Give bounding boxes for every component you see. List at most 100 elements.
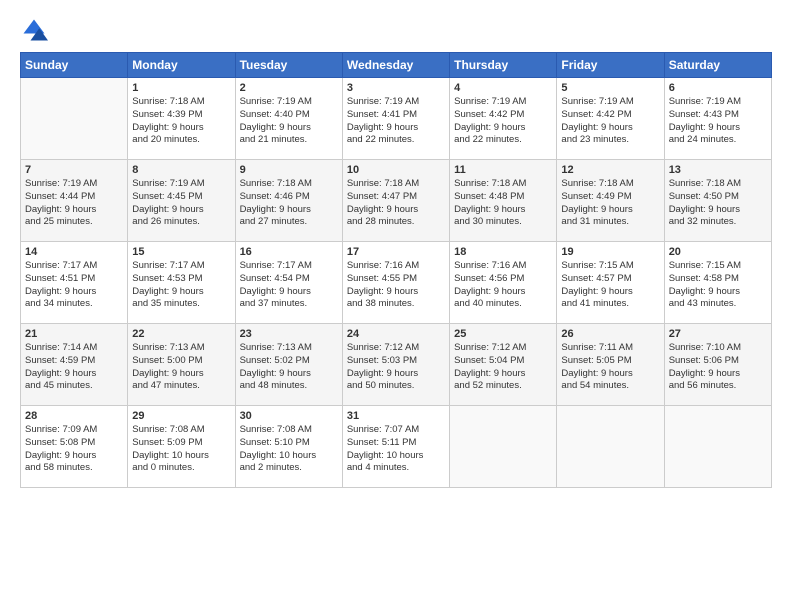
page: SundayMondayTuesdayWednesdayThursdayFrid… bbox=[0, 0, 792, 498]
day-number: 16 bbox=[240, 246, 338, 258]
cell-text: Sunrise: 7:09 AMSunset: 5:08 PMDaylight:… bbox=[25, 424, 123, 475]
cell-text: Sunrise: 7:17 AMSunset: 4:53 PMDaylight:… bbox=[132, 260, 230, 311]
logo-icon bbox=[20, 16, 48, 44]
day-number: 17 bbox=[347, 246, 445, 258]
day-number: 2 bbox=[240, 82, 338, 94]
day-number: 19 bbox=[561, 246, 659, 258]
day-number: 24 bbox=[347, 328, 445, 340]
header-cell-wednesday: Wednesday bbox=[342, 53, 449, 78]
calendar-cell bbox=[557, 406, 664, 488]
day-number: 26 bbox=[561, 328, 659, 340]
calendar-cell: 20 Sunrise: 7:15 AMSunset: 4:58 PMDayligh… bbox=[664, 242, 771, 324]
cell-text: Sunrise: 7:08 AMSunset: 5:09 PMDaylight:… bbox=[132, 424, 230, 475]
day-number: 14 bbox=[25, 246, 123, 258]
week-row-3: 21 Sunrise: 7:14 AMSunset: 4:59 PMDayligh… bbox=[21, 324, 772, 406]
calendar-cell: 10 Sunrise: 7:18 AMSunset: 4:47 PMDayligh… bbox=[342, 160, 449, 242]
calendar-cell: 15Sunrise: 7:17 AMSunset: 4:53 PMDayligh… bbox=[128, 242, 235, 324]
calendar-cell: 21 Sunrise: 7:14 AMSunset: 4:59 PMDayligh… bbox=[21, 324, 128, 406]
day-number: 30 bbox=[240, 410, 338, 422]
cell-text: Sunrise: 7:19 AMSunset: 4:44 PMDaylight:… bbox=[25, 178, 123, 229]
calendar-cell bbox=[450, 406, 557, 488]
header-cell-friday: Friday bbox=[557, 53, 664, 78]
calendar-cell: 16 Sunrise: 7:17 AMSunset: 4:54 PMDayligh… bbox=[235, 242, 342, 324]
day-number: 31 bbox=[347, 410, 445, 422]
cell-text: Sunrise: 7:18 AMSunset: 4:49 PMDaylight:… bbox=[561, 178, 659, 229]
cell-text: Sunrise: 7:14 AMSunset: 4:59 PMDaylight:… bbox=[25, 342, 123, 393]
week-row-4: 28Sunrise: 7:09 AMSunset: 5:08 PMDayligh… bbox=[21, 406, 772, 488]
header-row: SundayMondayTuesdayWednesdayThursdayFrid… bbox=[21, 53, 772, 78]
calendar-cell: 11 Sunrise: 7:18 AMSunset: 4:48 PMDayligh… bbox=[450, 160, 557, 242]
cell-text: Sunrise: 7:17 AMSunset: 4:54 PMDaylight:… bbox=[240, 260, 338, 311]
header bbox=[20, 16, 772, 44]
day-number: 5 bbox=[561, 82, 659, 94]
header-cell-thursday: Thursday bbox=[450, 53, 557, 78]
day-number: 12 bbox=[561, 164, 659, 176]
week-row-2: 14 Sunrise: 7:17 AMSunset: 4:51 PMDayligh… bbox=[21, 242, 772, 324]
header-cell-monday: Monday bbox=[128, 53, 235, 78]
calendar-cell: 6 Sunrise: 7:19 AMSunset: 4:43 PMDaylight… bbox=[664, 78, 771, 160]
calendar-cell: 4 Sunrise: 7:19 AMSunset: 4:42 PMDaylight… bbox=[450, 78, 557, 160]
calendar-table: SundayMondayTuesdayWednesdayThursdayFrid… bbox=[20, 52, 772, 488]
calendar-cell: 9 Sunrise: 7:18 AMSunset: 4:46 PMDaylight… bbox=[235, 160, 342, 242]
calendar-cell bbox=[21, 78, 128, 160]
calendar-cell: 24 Sunrise: 7:12 AMSunset: 5:03 PMDayligh… bbox=[342, 324, 449, 406]
calendar-cell: 8Sunrise: 7:19 AMSunset: 4:45 PMDaylight… bbox=[128, 160, 235, 242]
calendar-cell: 19Sunrise: 7:15 AMSunset: 4:57 PMDayligh… bbox=[557, 242, 664, 324]
calendar-cell: 29 Sunrise: 7:08 AMSunset: 5:09 PMDayligh… bbox=[128, 406, 235, 488]
cell-text: Sunrise: 7:13 AMSunset: 5:00 PMDaylight:… bbox=[132, 342, 230, 393]
day-number: 11 bbox=[454, 164, 552, 176]
cell-text: Sunrise: 7:19 AMSunset: 4:45 PMDaylight:… bbox=[132, 178, 230, 229]
calendar-cell bbox=[664, 406, 771, 488]
day-number: 27 bbox=[669, 328, 767, 340]
cell-text: Sunrise: 7:19 AMSunset: 4:40 PMDaylight:… bbox=[240, 96, 338, 147]
day-number: 13 bbox=[669, 164, 767, 176]
day-number: 9 bbox=[240, 164, 338, 176]
calendar-cell: 18Sunrise: 7:16 AMSunset: 4:56 PMDayligh… bbox=[450, 242, 557, 324]
day-number: 23 bbox=[240, 328, 338, 340]
cell-text: Sunrise: 7:17 AMSunset: 4:51 PMDaylight:… bbox=[25, 260, 123, 311]
cell-text: Sunrise: 7:12 AMSunset: 5:03 PMDaylight:… bbox=[347, 342, 445, 393]
day-number: 10 bbox=[347, 164, 445, 176]
header-cell-saturday: Saturday bbox=[664, 53, 771, 78]
cell-text: Sunrise: 7:16 AMSunset: 4:56 PMDaylight:… bbox=[454, 260, 552, 311]
day-number: 7 bbox=[25, 164, 123, 176]
day-number: 22 bbox=[132, 328, 230, 340]
calendar-cell: 1 Sunrise: 7:18 AMSunset: 4:39 PMDaylight… bbox=[128, 78, 235, 160]
cell-text: Sunrise: 7:19 AMSunset: 4:43 PMDaylight:… bbox=[669, 96, 767, 147]
day-number: 3 bbox=[347, 82, 445, 94]
cell-text: Sunrise: 7:13 AMSunset: 5:02 PMDaylight:… bbox=[240, 342, 338, 393]
day-number: 20 bbox=[669, 246, 767, 258]
calendar-cell: 23 Sunrise: 7:13 AMSunset: 5:02 PMDayligh… bbox=[235, 324, 342, 406]
cell-text: Sunrise: 7:15 AMSunset: 4:58 PMDaylight:… bbox=[669, 260, 767, 311]
cell-text: Sunrise: 7:18 AMSunset: 4:39 PMDaylight:… bbox=[132, 96, 230, 147]
calendar-cell: 12 Sunrise: 7:18 AMSunset: 4:49 PMDayligh… bbox=[557, 160, 664, 242]
week-row-1: 7 Sunrise: 7:19 AMSunset: 4:44 PMDaylight… bbox=[21, 160, 772, 242]
calendar-cell: 13 Sunrise: 7:18 AMSunset: 4:50 PMDayligh… bbox=[664, 160, 771, 242]
header-cell-sunday: Sunday bbox=[21, 53, 128, 78]
calendar-header: SundayMondayTuesdayWednesdayThursdayFrid… bbox=[21, 53, 772, 78]
calendar-cell: 3 Sunrise: 7:19 AMSunset: 4:41 PMDaylight… bbox=[342, 78, 449, 160]
cell-text: Sunrise: 7:16 AMSunset: 4:55 PMDaylight:… bbox=[347, 260, 445, 311]
cell-text: Sunrise: 7:18 AMSunset: 4:50 PMDaylight:… bbox=[669, 178, 767, 229]
cell-text: Sunrise: 7:19 AMSunset: 4:42 PMDaylight:… bbox=[454, 96, 552, 147]
cell-text: Sunrise: 7:10 AMSunset: 5:06 PMDaylight:… bbox=[669, 342, 767, 393]
cell-text: Sunrise: 7:18 AMSunset: 4:48 PMDaylight:… bbox=[454, 178, 552, 229]
calendar-cell: 26Sunrise: 7:11 AMSunset: 5:05 PMDayligh… bbox=[557, 324, 664, 406]
header-cell-tuesday: Tuesday bbox=[235, 53, 342, 78]
day-number: 6 bbox=[669, 82, 767, 94]
day-number: 4 bbox=[454, 82, 552, 94]
day-number: 25 bbox=[454, 328, 552, 340]
cell-text: Sunrise: 7:08 AMSunset: 5:10 PMDaylight:… bbox=[240, 424, 338, 475]
cell-text: Sunrise: 7:18 AMSunset: 4:47 PMDaylight:… bbox=[347, 178, 445, 229]
day-number: 21 bbox=[25, 328, 123, 340]
logo bbox=[20, 16, 52, 44]
calendar-cell: 5Sunrise: 7:19 AMSunset: 4:42 PMDaylight… bbox=[557, 78, 664, 160]
calendar-cell: 7 Sunrise: 7:19 AMSunset: 4:44 PMDaylight… bbox=[21, 160, 128, 242]
day-number: 1 bbox=[132, 82, 230, 94]
day-number: 29 bbox=[132, 410, 230, 422]
calendar-cell: 17 Sunrise: 7:16 AMSunset: 4:55 PMDayligh… bbox=[342, 242, 449, 324]
calendar-cell: 2 Sunrise: 7:19 AMSunset: 4:40 PMDaylight… bbox=[235, 78, 342, 160]
calendar-cell: 22 Sunrise: 7:13 AMSunset: 5:00 PMDayligh… bbox=[128, 324, 235, 406]
cell-text: Sunrise: 7:19 AMSunset: 4:41 PMDaylight:… bbox=[347, 96, 445, 147]
cell-text: Sunrise: 7:18 AMSunset: 4:46 PMDaylight:… bbox=[240, 178, 338, 229]
